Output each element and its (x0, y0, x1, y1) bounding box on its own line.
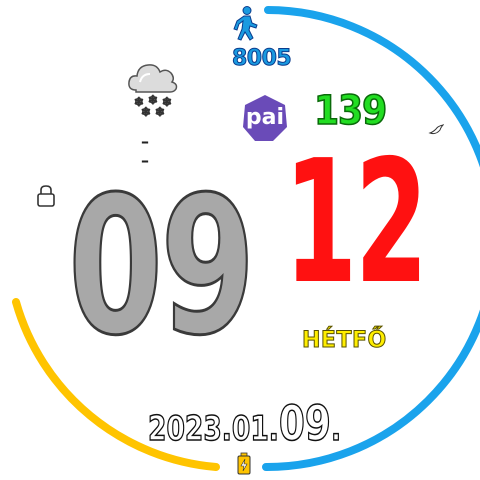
date-day: 09 (278, 395, 331, 453)
battery-bolt-icon (237, 452, 251, 475)
steps-value: 8005 (232, 46, 293, 72)
lock-icon (37, 185, 55, 207)
minute-digits: 12 (284, 124, 428, 322)
walker-icon (233, 6, 258, 41)
date-year-month: 2023.01. (147, 408, 279, 450)
date-suffix: . (330, 408, 342, 450)
svg-text:❄: ❄ (141, 105, 151, 118)
weekday-label: HÉTFŐ (302, 328, 387, 354)
moon-icon (428, 124, 444, 135)
date-label: 2023.01.09. (147, 395, 342, 453)
snow-cloud-icon: ❄ ❄ ❄ ❄ ❄ (128, 64, 178, 118)
pai-label: pai (245, 105, 285, 130)
hour-digits: 09 (67, 156, 257, 377)
svg-text:❄: ❄ (155, 105, 165, 118)
pai-badge[interactable]: pai (240, 93, 290, 143)
